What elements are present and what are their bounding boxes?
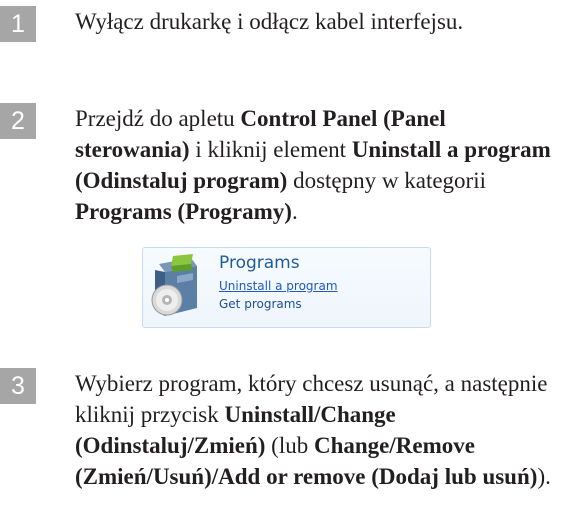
programs-installer-icon[interactable] xyxy=(147,254,205,320)
step-text-segment: (lub xyxy=(265,433,314,458)
step-text-segment: Wyłącz drukarkę i odłącz kabel interfejs… xyxy=(75,9,464,34)
step-text: Przejdź do apletu Control Panel (Panel s… xyxy=(75,103,565,227)
step-number-badge: 2 xyxy=(0,103,36,139)
step-text: Wyłącz drukarkę i odłącz kabel interfejs… xyxy=(75,6,565,37)
step-text-segment: i kliknij element xyxy=(189,137,352,162)
add-or-remove-term: Add or remove (Dodaj lub usuń) xyxy=(218,464,538,489)
programs-term: Programs (Programy) xyxy=(75,199,292,224)
step-text-segment: . xyxy=(291,199,298,224)
step-text: Wybierz program, który chcesz usunąć, a … xyxy=(75,368,565,492)
step-text-segment: ). xyxy=(537,464,551,489)
step-number-badge: 1 xyxy=(0,6,36,42)
step-number-badge: 3 xyxy=(0,368,36,404)
step-text-segment: dostępny w kategorii xyxy=(287,168,486,193)
programs-category-panel: Programs Uninstall a program Get program… xyxy=(142,247,431,328)
programs-title[interactable]: Programs xyxy=(219,252,300,274)
step-text-segment: Przejdź do apletu xyxy=(75,106,241,131)
get-programs-link[interactable]: Get programs xyxy=(219,296,302,313)
uninstall-a-program-link[interactable]: Uninstall a program xyxy=(219,278,338,295)
